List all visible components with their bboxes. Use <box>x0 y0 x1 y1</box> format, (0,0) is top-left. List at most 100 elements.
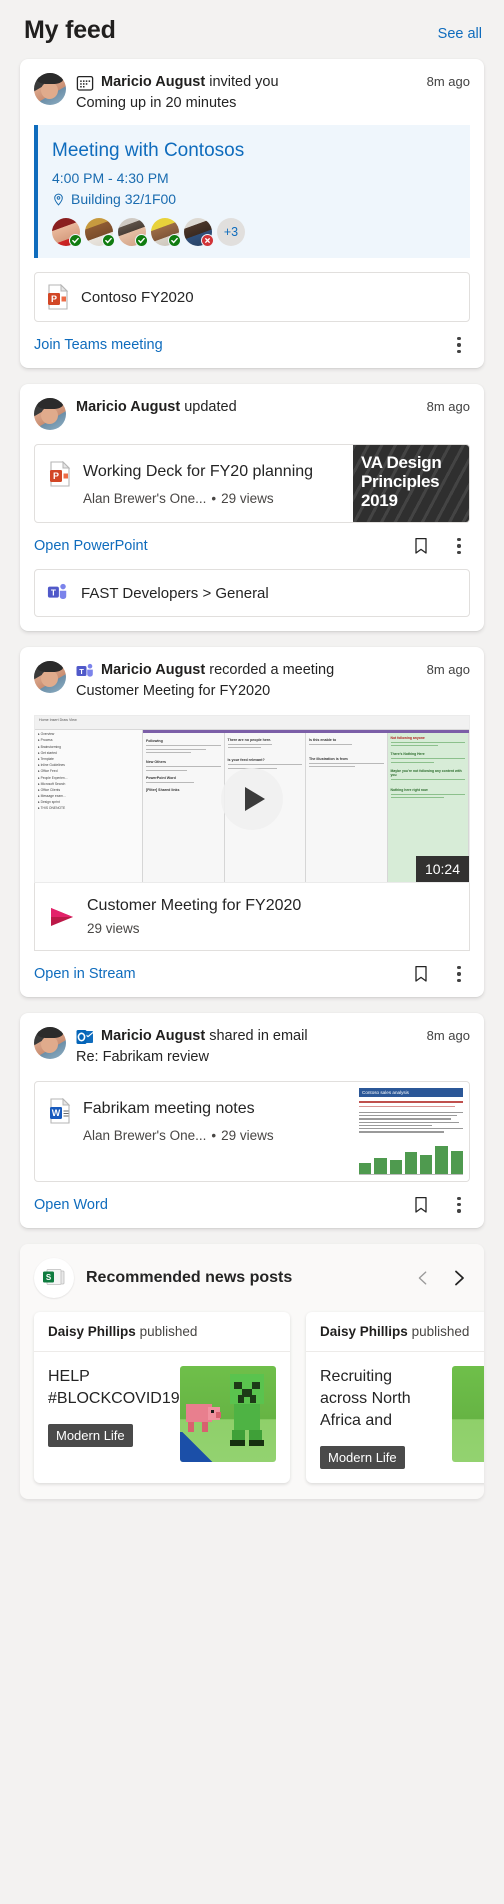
bookmark-icon[interactable] <box>412 1195 430 1215</box>
news-post-title: HELP #BLOCKCOVID19 <box>48 1367 180 1407</box>
meeting-details[interactable]: Meeting with Contosos 4:00 PM - 4:30 PM … <box>34 125 470 258</box>
news-post-tag: Modern Life <box>48 1423 133 1447</box>
card-actions: Join Teams meeting <box>20 322 484 368</box>
more-options-button[interactable] <box>450 1195 468 1215</box>
teams-icon: T <box>76 662 94 680</box>
document-title: Working Deck for FY20 planning <box>83 463 314 480</box>
thumbnail-title: VA Design Principles 2019 <box>361 453 442 510</box>
news-post-verb: published <box>411 1323 470 1339</box>
timestamp: 8m ago <box>426 74 470 89</box>
video-caption[interactable]: Customer Meeting for FY2020 29 views <box>34 883 470 951</box>
open-word-button[interactable]: Open Word <box>34 1197 108 1213</box>
powerpoint-file-icon: P <box>47 283 69 310</box>
open-powerpoint-button[interactable]: Open PowerPoint <box>34 538 148 554</box>
actor-action: invited you <box>209 74 279 90</box>
feed-card-meeting-invite[interactable]: Maricio August invited you Coming up in … <box>20 59 484 368</box>
actor-name: Maricio August <box>76 399 181 415</box>
document-thumbnail: Contoso sales analysis <box>353 1082 469 1181</box>
svg-text:P: P <box>53 471 59 481</box>
attachment-row[interactable]: P Contoso FY2020 <box>34 272 470 322</box>
document-views: 29 views <box>221 491 274 506</box>
svg-text:T: T <box>79 666 84 675</box>
card-header-text: Maricio August shared in email Re: Fabri… <box>76 1027 419 1067</box>
video-player[interactable]: ▦ FAST UX strings reference ▸ Overview▸ … <box>34 715 470 883</box>
join-teams-meeting-button[interactable]: Join Teams meeting <box>34 337 163 353</box>
news-post-author: Daisy Phillips <box>320 1323 408 1339</box>
feed-card-document-updated[interactable]: Maricio August updated 8m ago P Working … <box>20 384 484 631</box>
card-header: Maricio August shared in email Re: Fabri… <box>20 1013 484 1073</box>
chevron-right-icon[interactable] <box>448 1267 470 1289</box>
svg-text:T: T <box>51 588 56 597</box>
attendee-avatar[interactable] <box>85 218 115 247</box>
news-post-card[interactable]: Daisy Phillips published Recruiting acro… <box>306 1311 484 1483</box>
outlook-icon <box>76 1028 94 1046</box>
timestamp: 8m ago <box>426 662 470 677</box>
status-badge-accepted <box>135 234 148 247</box>
status-badge-accepted <box>102 234 115 247</box>
powerpoint-file-icon: P <box>49 460 71 487</box>
meeting-location: Building 32/1F00 <box>71 191 177 207</box>
document-preview[interactable]: P Working Deck for FY20 planning Alan Br… <box>34 444 470 523</box>
document-meta: W Fabrikam meeting notes Alan Brewer's O… <box>35 1082 353 1181</box>
teams-channel-row[interactable]: T FAST Developers > General <box>34 569 470 617</box>
attendee-overflow-count[interactable]: +3 <box>217 218 245 246</box>
news-post-author: Daisy Phillips <box>48 1323 136 1339</box>
news-section-title: Recommended news posts <box>86 1268 293 1286</box>
card-subtitle: Coming up in 20 minutes <box>76 95 237 111</box>
thumbnail-title: Contoso sales analysis <box>359 1088 463 1097</box>
document-location: Alan Brewer's One... <box>83 1128 207 1143</box>
avatar <box>34 398 66 430</box>
actor-action: updated <box>184 399 237 415</box>
status-badge-accepted <box>69 234 82 247</box>
news-post-title: Recruiting across North Africa and <box>320 1367 411 1429</box>
more-options-button[interactable] <box>450 536 468 556</box>
bookmark-icon[interactable] <box>412 964 430 984</box>
page-title: My feed <box>24 16 116 44</box>
video-duration: 10:24 <box>415 856 469 882</box>
calendar-icon <box>76 74 94 92</box>
document-title: Fabrikam meeting notes <box>83 1100 255 1117</box>
see-all-link[interactable]: See all <box>438 26 482 42</box>
avatar <box>34 73 66 105</box>
sharepoint-news-icon: S <box>34 1257 74 1298</box>
document-location: Alan Brewer's One... <box>83 491 207 506</box>
news-post-card[interactable]: Daisy Phillips published HELP #BLOCKCOVI… <box>34 1311 290 1483</box>
status-badge-accepted <box>168 234 181 247</box>
news-post-author-row: Daisy Phillips published <box>34 1312 290 1352</box>
attendee-avatar[interactable] <box>118 218 148 247</box>
card-action-icons <box>412 1195 468 1215</box>
card-header: Maricio August invited you Coming up in … <box>20 59 484 119</box>
attendee-avatar[interactable] <box>52 218 82 247</box>
document-preview[interactable]: W Fabrikam meeting notes Alan Brewer's O… <box>34 1081 470 1182</box>
document-meta: P Working Deck for FY20 planning Alan Br… <box>35 445 353 522</box>
avatar <box>34 661 66 693</box>
carousel-controls <box>412 1267 470 1289</box>
attachment-name: Contoso FY2020 <box>81 288 194 306</box>
actor-name: Maricio August <box>101 662 206 678</box>
timestamp: 8m ago <box>426 1028 470 1043</box>
actor-action: shared in email <box>209 1028 308 1044</box>
svg-text:W: W <box>52 1108 61 1118</box>
open-in-stream-button[interactable]: Open in Stream <box>34 966 136 982</box>
news-carousel[interactable]: Daisy Phillips published HELP #BLOCKCOVI… <box>20 1298 484 1483</box>
chevron-left-icon[interactable] <box>412 1267 434 1289</box>
bookmark-icon[interactable] <box>412 536 430 556</box>
news-post-tag: Modern Life <box>320 1445 405 1469</box>
news-post-verb: published <box>139 1323 198 1339</box>
attendee-list[interactable]: +3 <box>52 218 454 247</box>
feed-header: My feed See all <box>20 0 484 59</box>
video-views: 29 views <box>87 921 140 936</box>
more-options-button[interactable] <box>450 335 468 355</box>
attendee-avatar[interactable] <box>184 218 214 247</box>
card-header-text: Maricio August invited you Coming up in … <box>76 73 419 113</box>
news-post-body: HELP #BLOCKCOVID19 Modern Life <box>34 1352 290 1476</box>
feed-card-shared-in-email[interactable]: Maricio August shared in email Re: Fabri… <box>20 1013 484 1228</box>
play-icon[interactable] <box>221 768 283 830</box>
feed-card-meeting-recording[interactable]: T Maricio August recorded a meeting Cust… <box>20 647 484 997</box>
timestamp: 8m ago <box>426 399 470 414</box>
card-action-icons <box>450 335 468 355</box>
card-header-text: Maricio August updated <box>76 398 419 430</box>
attendee-avatar[interactable] <box>151 218 181 247</box>
actor-name: Maricio August <box>101 74 206 90</box>
more-options-button[interactable] <box>450 964 468 984</box>
